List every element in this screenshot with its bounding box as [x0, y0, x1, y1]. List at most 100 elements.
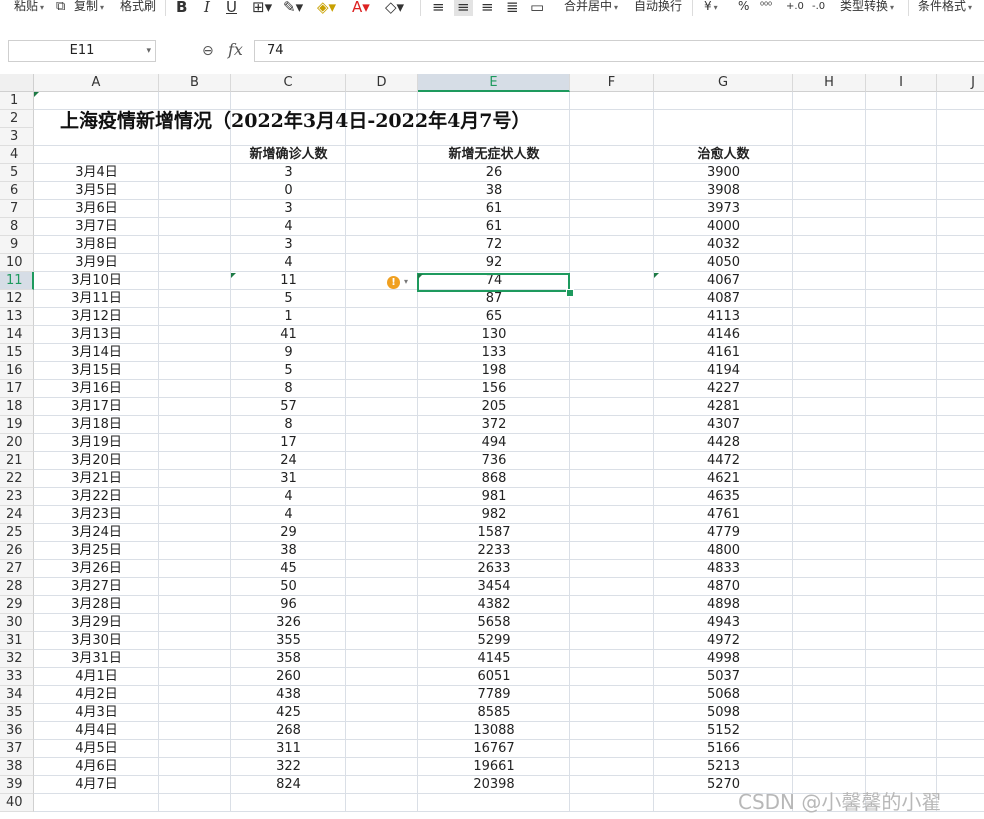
row-header-12[interactable]: 12 [0, 290, 34, 308]
asymptomatic-cell[interactable]: 981 [418, 488, 570, 506]
date-cell[interactable]: 3月10日 [34, 272, 159, 290]
fill-handle[interactable] [566, 289, 574, 297]
recovered-cell[interactable]: 5213 [654, 758, 793, 776]
date-cell[interactable]: 3月30日 [34, 632, 159, 650]
column-header-j[interactable]: J [937, 74, 984, 92]
date-cell[interactable]: 3月29日 [34, 614, 159, 632]
confirmed-cell[interactable]: 3 [231, 200, 346, 218]
asymptomatic-cell[interactable]: 736 [418, 452, 570, 470]
recovered-cell[interactable]: 4621 [654, 470, 793, 488]
recovered-cell[interactable]: 4472 [654, 452, 793, 470]
row-header-20[interactable]: 20 [0, 434, 34, 452]
row-header-32[interactable]: 32 [0, 650, 34, 668]
confirmed-cell[interactable]: 322 [231, 758, 346, 776]
header-asymptomatic[interactable]: 新增无症状人数 [418, 146, 570, 164]
column-header-c[interactable]: C [231, 74, 346, 92]
recovered-cell[interactable]: 3908 [654, 182, 793, 200]
row-header-25[interactable]: 25 [0, 524, 34, 542]
date-cell[interactable]: 4月5日 [34, 740, 159, 758]
date-cell[interactable]: 3月21日 [34, 470, 159, 488]
date-cell[interactable]: 3月24日 [34, 524, 159, 542]
asymptomatic-cell[interactable]: 494 [418, 434, 570, 452]
select-all-corner[interactable] [0, 74, 34, 92]
chevron-down-icon[interactable]: ▾ [404, 277, 408, 286]
row-header-21[interactable]: 21 [0, 452, 34, 470]
confirmed-cell[interactable]: 5 [231, 362, 346, 380]
column-header-i[interactable]: I [866, 74, 937, 92]
date-cell[interactable]: 4月6日 [34, 758, 159, 776]
row-header-18[interactable]: 18 [0, 398, 34, 416]
row-header-30[interactable]: 30 [0, 614, 34, 632]
confirmed-cell[interactable]: 38 [231, 542, 346, 560]
date-cell[interactable]: 3月5日 [34, 182, 159, 200]
recovered-cell[interactable]: 4898 [654, 596, 793, 614]
recovered-cell[interactable]: 4194 [654, 362, 793, 380]
date-cell[interactable]: 3月19日 [34, 434, 159, 452]
asymptomatic-cell[interactable]: 6051 [418, 668, 570, 686]
asymptomatic-cell[interactable]: 38 [418, 182, 570, 200]
row-header-31[interactable]: 31 [0, 632, 34, 650]
row-header-40[interactable]: 40 [0, 794, 34, 812]
date-cell[interactable]: 4月7日 [34, 776, 159, 794]
date-cell[interactable]: 4月3日 [34, 704, 159, 722]
row-header-24[interactable]: 24 [0, 506, 34, 524]
recovered-cell[interactable]: 5068 [654, 686, 793, 704]
row-header-35[interactable]: 35 [0, 704, 34, 722]
date-cell[interactable]: 3月20日 [34, 452, 159, 470]
recovered-cell[interactable]: 4307 [654, 416, 793, 434]
date-cell[interactable]: 3月26日 [34, 560, 159, 578]
row-header-13[interactable]: 13 [0, 308, 34, 326]
date-cell[interactable]: 3月17日 [34, 398, 159, 416]
row-header-33[interactable]: 33 [0, 668, 34, 686]
confirmed-cell[interactable]: 4 [231, 506, 346, 524]
asymptomatic-cell[interactable]: 61 [418, 200, 570, 218]
confirmed-cell[interactable]: 4 [231, 254, 346, 272]
asymptomatic-cell[interactable]: 4145 [418, 650, 570, 668]
selected-cell-border[interactable] [417, 273, 570, 292]
confirmed-cell[interactable]: 50 [231, 578, 346, 596]
warning-icon[interactable]: ! [387, 276, 400, 289]
date-cell[interactable]: 3月9日 [34, 254, 159, 272]
row-header-4[interactable]: 4 [0, 146, 34, 164]
confirmed-cell[interactable]: 24 [231, 452, 346, 470]
confirmed-cell[interactable]: 1 [231, 308, 346, 326]
date-cell[interactable]: 3月27日 [34, 578, 159, 596]
confirmed-cell[interactable]: 326 [231, 614, 346, 632]
row-header-10[interactable]: 10 [0, 254, 34, 272]
recovered-cell[interactable]: 4779 [654, 524, 793, 542]
date-cell[interactable]: 4月2日 [34, 686, 159, 704]
confirmed-cell[interactable]: 311 [231, 740, 346, 758]
asymptomatic-cell[interactable]: 982 [418, 506, 570, 524]
date-cell[interactable]: 3月14日 [34, 344, 159, 362]
asymptomatic-cell[interactable]: 133 [418, 344, 570, 362]
row-header-9[interactable]: 9 [0, 236, 34, 254]
confirmed-cell[interactable]: 4 [231, 488, 346, 506]
confirmed-cell[interactable]: 96 [231, 596, 346, 614]
recovered-cell[interactable]: 4972 [654, 632, 793, 650]
asymptomatic-cell[interactable]: 65 [418, 308, 570, 326]
recovered-cell[interactable]: 4067 [654, 272, 793, 290]
confirmed-cell[interactable]: 5 [231, 290, 346, 308]
recovered-cell[interactable]: 4161 [654, 344, 793, 362]
date-cell[interactable]: 3月4日 [34, 164, 159, 182]
column-header-b[interactable]: B [159, 74, 231, 92]
asymptomatic-cell[interactable]: 19661 [418, 758, 570, 776]
confirmed-cell[interactable]: 11 [231, 272, 346, 290]
confirmed-cell[interactable]: 0 [231, 182, 346, 200]
confirmed-cell[interactable]: 41 [231, 326, 346, 344]
asymptomatic-cell[interactable]: 7789 [418, 686, 570, 704]
row-header-7[interactable]: 7 [0, 200, 34, 218]
recovered-cell[interactable]: 5037 [654, 668, 793, 686]
recovered-cell[interactable]: 4000 [654, 218, 793, 236]
asymptomatic-cell[interactable]: 8585 [418, 704, 570, 722]
row-header-29[interactable]: 29 [0, 596, 34, 614]
asymptomatic-cell[interactable]: 5658 [418, 614, 570, 632]
recovered-cell[interactable]: 4998 [654, 650, 793, 668]
column-header-e[interactable]: E [418, 74, 570, 92]
recovered-cell[interactable]: 4800 [654, 542, 793, 560]
row-header-5[interactable]: 5 [0, 164, 34, 182]
confirmed-cell[interactable]: 268 [231, 722, 346, 740]
asymptomatic-cell[interactable]: 92 [418, 254, 570, 272]
column-header-g[interactable]: G [654, 74, 793, 92]
recovered-cell[interactable]: 3900 [654, 164, 793, 182]
